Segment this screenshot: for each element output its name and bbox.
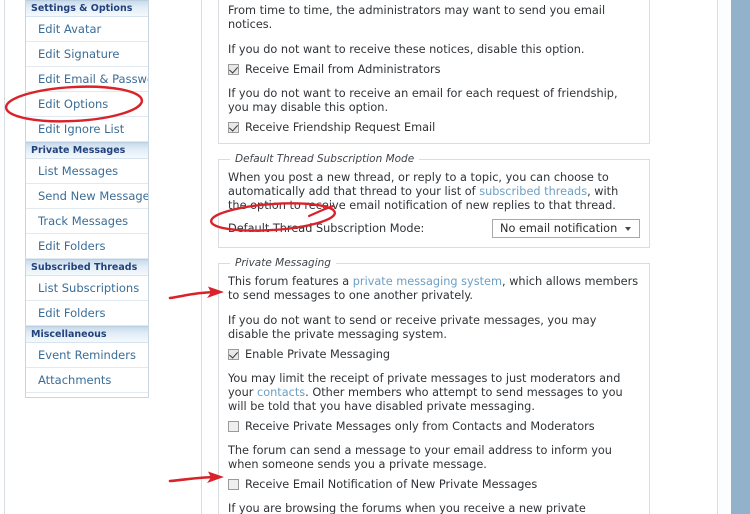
sidebar-header-subscribed-threads: Subscribed Threads bbox=[26, 259, 148, 276]
sidebar-item-edit-ignore-list[interactable]: Edit Ignore List bbox=[26, 117, 148, 142]
checkbox-icon-unchecked[interactable] bbox=[228, 479, 239, 490]
sidebar-nav: Settings & Options Edit Avatar Edit Sign… bbox=[25, 0, 149, 398]
link-subscribed-threads[interactable]: subscribed threads bbox=[479, 185, 587, 198]
sidebar-item-track-messages[interactable]: Track Messages bbox=[26, 209, 148, 234]
default-thread-subscription-mode-label: Default Thread Subscription Mode: bbox=[228, 222, 425, 235]
pm-intro-text-a: This forum features a bbox=[228, 275, 353, 288]
section-private-messaging: Private Messaging This forum features a … bbox=[218, 257, 650, 514]
sidebar-item-edit-folders-subs[interactable]: Edit Folders bbox=[26, 301, 148, 326]
checkbox-receive-email-notification-of-new-pm[interactable]: Receive Email Notification of New Privat… bbox=[228, 478, 640, 491]
checkbox-label: Receive Friendship Request Email bbox=[245, 121, 436, 134]
checkbox-receive-friendship-request-email[interactable]: Receive Friendship Request Email bbox=[228, 121, 640, 134]
pm-popup-text: If you are browsing the forums when you … bbox=[228, 502, 586, 514]
section-receive-email: Receive Email From time to time, the adm… bbox=[218, 0, 650, 144]
pm-limit-receipt-text: You may limit the receipt of private mes… bbox=[228, 372, 640, 414]
section-thread-subscription-legend: Default Thread Subscription Mode bbox=[235, 153, 415, 165]
sidebar-item-send-new-message[interactable]: Send New Message bbox=[26, 184, 148, 209]
sidebar-item-edit-email-password[interactable]: Edit Email & Password bbox=[26, 67, 148, 92]
default-thread-subscription-mode-row: Default Thread Subscription Mode: No ema… bbox=[228, 219, 640, 238]
sidebar-item-edit-options[interactable]: Edit Options bbox=[26, 92, 148, 117]
checkbox-icon-checked[interactable] bbox=[228, 349, 239, 360]
checkbox-label: Enable Private Messaging bbox=[245, 348, 391, 361]
sidebar-header-settings-options: Settings & Options bbox=[26, 0, 148, 17]
sidebar-item-list-messages[interactable]: List Messages bbox=[26, 159, 148, 184]
sidebar-item-edit-folders-pm[interactable]: Edit Folders bbox=[26, 234, 148, 259]
receive-email-disable-text: If you do not want to receive these noti… bbox=[228, 43, 585, 56]
select-default-thread-subscription-mode[interactable]: No email notification bbox=[492, 219, 640, 238]
checkbox-label: Receive Email from Administrators bbox=[245, 63, 441, 76]
section-default-thread-subscription-mode: Default Thread Subscription Mode When yo… bbox=[218, 153, 650, 248]
private-messaging-intro-text: This forum features a private messaging … bbox=[228, 275, 640, 303]
checkbox-receive-pm-only-from-contacts-and-moderators[interactable]: Receive Private Messages only from Conta… bbox=[228, 420, 640, 433]
sidebar-item-edit-signature[interactable]: Edit Signature bbox=[26, 42, 148, 67]
pm-email-notify-text: The forum can send a message to your ema… bbox=[228, 444, 612, 471]
checkbox-icon-unchecked[interactable] bbox=[228, 421, 239, 432]
sidebar-bottom-cap bbox=[26, 393, 148, 398]
chevron-down-icon[interactable] bbox=[625, 226, 631, 231]
checkbox-enable-private-messaging[interactable]: Enable Private Messaging bbox=[228, 348, 640, 361]
sidebar-item-list-subscriptions[interactable]: List Subscriptions bbox=[26, 276, 148, 301]
thread-subscription-intro-text: When you post a new thread, or reply to … bbox=[228, 171, 640, 213]
friendship-email-text: If you do not want to receive an email f… bbox=[228, 87, 618, 114]
content-right-rule bbox=[717, 0, 718, 514]
checkbox-label: Receive Private Messages only from Conta… bbox=[245, 420, 595, 433]
page-right-margin bbox=[718, 0, 731, 514]
link-contacts[interactable]: contacts bbox=[257, 386, 305, 399]
sidebar-header-private-messages: Private Messages bbox=[26, 142, 148, 159]
sidebar-item-attachments[interactable]: Attachments bbox=[26, 368, 148, 393]
select-value: No email notification bbox=[500, 222, 618, 235]
section-private-messaging-legend: Private Messaging bbox=[235, 257, 331, 269]
forum-options-page: Settings & Options Edit Avatar Edit Sign… bbox=[0, 0, 750, 514]
pm-disable-text: If you do not want to send or receive pr… bbox=[228, 314, 597, 341]
checkbox-icon-checked[interactable] bbox=[228, 64, 239, 75]
page-left-rule bbox=[4, 0, 5, 514]
page-background-band bbox=[731, 0, 750, 514]
options-form: Receive Email From time to time, the adm… bbox=[218, 0, 650, 514]
checkbox-icon-checked[interactable] bbox=[228, 122, 239, 133]
sidebar-item-event-reminders[interactable]: Event Reminders bbox=[26, 343, 148, 368]
checkbox-label: Receive Email Notification of New Privat… bbox=[245, 478, 538, 491]
checkbox-receive-email-from-administrators[interactable]: Receive Email from Administrators bbox=[228, 63, 640, 76]
content-divider-rule bbox=[201, 0, 202, 514]
sidebar-item-edit-avatar[interactable]: Edit Avatar bbox=[26, 17, 148, 42]
sidebar-header-miscellaneous: Miscellaneous bbox=[26, 326, 148, 343]
link-private-messaging-system[interactable]: private messaging system bbox=[353, 275, 502, 288]
receive-email-intro-text: From time to time, the administrators ma… bbox=[228, 4, 606, 31]
